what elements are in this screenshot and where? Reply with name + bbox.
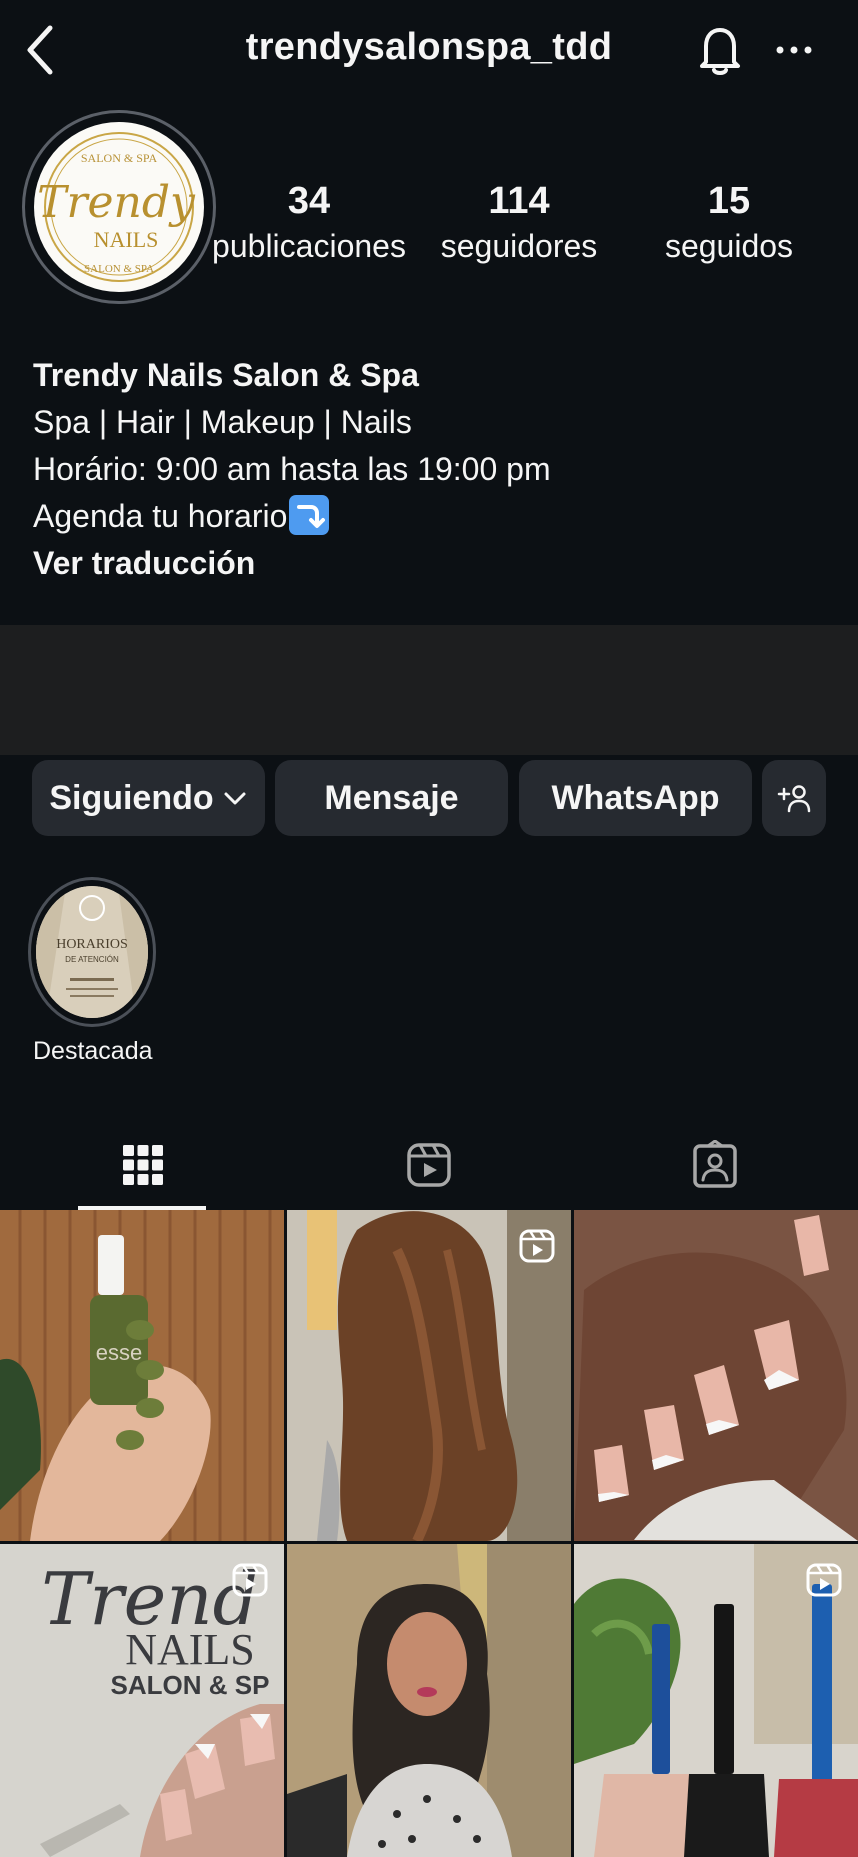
stat-label: seguidores: [440, 228, 598, 264]
top-bar: trendysalonspa_tdd: [0, 0, 858, 100]
post-thumbnail[interactable]: Trend NAILS SALON & SP: [0, 1544, 284, 1857]
bio-line-with-emoji: Agenda tu horario: [33, 493, 833, 540]
tab-tagged[interactable]: [572, 1120, 858, 1210]
tab-posts-grid[interactable]: [0, 1120, 286, 1210]
post-thumbnail[interactable]: [287, 1210, 571, 1541]
svg-text:Trendy: Trendy: [37, 177, 196, 228]
post-thumbnail[interactable]: [574, 1210, 858, 1541]
following-label: Siguiendo: [49, 778, 214, 817]
post-thumbnail[interactable]: [287, 1544, 571, 1857]
profile-display-name: Trendy Nails Salon & Spa: [33, 357, 419, 393]
stat-label: publicaciones: [212, 228, 406, 264]
svg-text:SALON & SPA: SALON & SPA: [84, 263, 154, 275]
posts-count[interactable]: 34 publicaciones: [204, 178, 414, 268]
reel-icon: [232, 1563, 268, 1597]
notifications-button[interactable]: [694, 22, 746, 78]
profile-tabs: [0, 1120, 858, 1210]
svg-text:NAILS: NAILS: [125, 1625, 255, 1674]
svg-text:HORARIOS: HORARIOS: [56, 937, 128, 952]
reel-icon: [806, 1563, 842, 1597]
highlight-ring: HORARIOS DE ATENCIÓN: [28, 877, 156, 1027]
highlight-label: Destacada: [33, 1037, 153, 1065]
followers-count[interactable]: 114 seguidores: [414, 178, 624, 268]
reel-icon: [519, 1229, 555, 1263]
bell-icon: [700, 28, 740, 75]
posts-grid: esse Trend NAILS SALON & SP: [0, 1210, 858, 1857]
stat-value: 34: [287, 180, 331, 222]
whatsapp-button[interactable]: WhatsApp: [519, 760, 752, 836]
trendy-nails-logo: SALON & SPA Trendy NAILS SALON & SPA: [37, 132, 196, 282]
post-thumbnail[interactable]: esse: [0, 1210, 284, 1541]
reels-icon: [407, 1143, 451, 1187]
svg-text:esse: esse: [96, 1340, 142, 1365]
following-count[interactable]: 15 seguidos: [624, 178, 834, 268]
stat-value: 15: [707, 180, 751, 222]
profile-bio: Trendy Nails Salon & Spa Spa | Hair | Ma…: [33, 352, 833, 587]
bio-line-text: Agenda tu horario: [33, 498, 288, 534]
stat-value: 114: [488, 180, 550, 222]
chevron-down-icon: [224, 792, 246, 805]
more-options-button[interactable]: [772, 32, 816, 68]
message-button[interactable]: Mensaje: [275, 760, 508, 836]
stat-label: seguidos: [664, 228, 794, 264]
highlight-cover: HORARIOS DE ATENCIÓN: [36, 886, 148, 1018]
grid-icon: [123, 1145, 163, 1185]
svg-text:SALON & SP: SALON & SP: [111, 1670, 270, 1700]
suggested-users-button[interactable]: [762, 760, 826, 836]
svg-text:SALON & SPA: SALON & SPA: [81, 151, 158, 165]
bio-line: Spa | Hair | Makeup | Nails: [33, 404, 412, 440]
bio-line: Horário: 9:00 am hasta las 19:00 pm: [33, 451, 551, 487]
tab-reels[interactable]: [286, 1120, 572, 1210]
tagged-icon: [693, 1140, 737, 1188]
svg-text:DE ATENCIÓN: DE ATENCIÓN: [65, 955, 119, 964]
arrow-down-emoji-icon: [289, 495, 330, 535]
profile-avatar[interactable]: SALON & SPA Trendy NAILS SALON & SPA: [22, 110, 216, 304]
following-button[interactable]: Siguiendo: [32, 760, 265, 836]
more-horizontal-icon: [776, 46, 812, 54]
redacted-area: [0, 625, 858, 755]
add-person-icon: [777, 785, 811, 813]
story-highlight[interactable]: HORARIOS DE ATENCIÓN Destacada: [28, 877, 156, 1065]
svg-text:NAILS: NAILS: [94, 227, 159, 252]
post-thumbnail[interactable]: [574, 1544, 858, 1857]
see-translation-link[interactable]: Ver traducción: [33, 540, 833, 587]
